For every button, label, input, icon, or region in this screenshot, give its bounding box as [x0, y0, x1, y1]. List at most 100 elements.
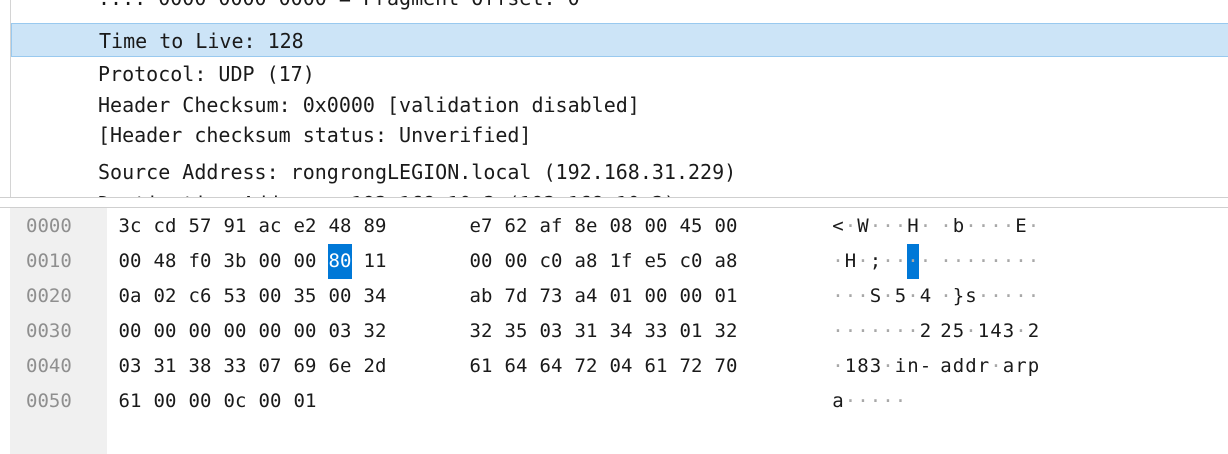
- hex-byte[interactable]: a8: [574, 244, 598, 279]
- ascii-char[interactable]: 3: [1003, 314, 1015, 349]
- hex-byte[interactable]: 03: [539, 314, 563, 349]
- hex-byte[interactable]: 01: [293, 384, 317, 419]
- ascii-char[interactable]: ·: [1003, 279, 1015, 314]
- ascii-char[interactable]: ·: [965, 244, 977, 279]
- hex-byte[interactable]: 45: [679, 209, 703, 244]
- hex-byte[interactable]: e7: [469, 209, 493, 244]
- hex-byte-selected[interactable]: 80: [328, 244, 352, 279]
- ascii-char[interactable]: b: [953, 209, 965, 244]
- ascii-char[interactable]: s: [965, 279, 977, 314]
- ascii-char[interactable]: a: [1003, 349, 1015, 384]
- ascii-char[interactable]: d: [965, 349, 977, 384]
- hex-byte[interactable]: 32: [363, 314, 387, 349]
- hex-byte[interactable]: 73: [539, 279, 563, 314]
- ascii-char[interactable]: ·: [920, 244, 932, 279]
- detail-row-destination-address[interactable]: Destination Address: 192.168.10.2 (192.1…: [11, 187, 1228, 197]
- ascii-char[interactable]: ·: [920, 209, 932, 244]
- hex-byte[interactable]: c0: [539, 244, 563, 279]
- ascii-char[interactable]: }: [953, 279, 965, 314]
- hex-row[interactable]: 0030 00 00 00 00 00 00 03 32 32 35 03 31 34 33 01 32 · · · ·…: [0, 314, 1228, 349]
- ascii-char[interactable]: ·: [895, 244, 907, 279]
- hex-byte[interactable]: cd: [153, 209, 177, 244]
- hex-byte[interactable]: 72: [574, 349, 598, 384]
- hex-byte[interactable]: 00: [118, 314, 142, 349]
- ascii-char[interactable]: ·: [953, 244, 965, 279]
- hex-row[interactable]: 0010 00 48 f0 3b 00 00 80 11 00 00 c0 a8 1f e5 c0 a8 · H ·;…: [0, 244, 1228, 279]
- hex-byte[interactable]: 00: [258, 314, 282, 349]
- hex-byte[interactable]: 35: [504, 314, 528, 349]
- ascii-char[interactable]: ·: [882, 349, 894, 384]
- hex-byte[interactable]: 00: [644, 279, 668, 314]
- ascii-char[interactable]: ·: [882, 314, 894, 349]
- ascii-char[interactable]: ·: [978, 209, 990, 244]
- hex-row[interactable]: 0000 3c cd 57 91 ac e2 48 89 e7 62 af 8e 08 00 45 00 < · W ·…: [0, 209, 1228, 244]
- ascii-char[interactable]: ;: [870, 244, 882, 279]
- ascii-char[interactable]: ·: [857, 244, 869, 279]
- ascii-char[interactable]: E: [1015, 209, 1027, 244]
- ascii-char[interactable]: 2: [1028, 314, 1040, 349]
- hex-byte[interactable]: 00: [469, 244, 493, 279]
- ascii-char[interactable]: ·: [978, 244, 990, 279]
- hex-byte[interactable]: 8e: [574, 209, 598, 244]
- ascii-char[interactable]: 1: [845, 349, 857, 384]
- ascii-char[interactable]: ·: [1028, 209, 1040, 244]
- packet-bytes-pane[interactable]: 0000 3c cd 57 91 ac e2 48 89 e7 62 af 8e 08 00 45 00 < · W ·…: [0, 208, 1228, 454]
- hex-byte[interactable]: 0c: [223, 384, 247, 419]
- hex-byte[interactable]: 00: [153, 384, 177, 419]
- hex-byte[interactable]: 03: [328, 314, 352, 349]
- hex-byte[interactable]: 3b: [223, 244, 247, 279]
- hex-byte[interactable]: 38: [188, 349, 212, 384]
- ascii-char[interactable]: ·: [1028, 279, 1040, 314]
- ascii-char[interactable]: ·: [978, 279, 990, 314]
- ascii-char[interactable]: ·: [940, 244, 952, 279]
- ascii-char[interactable]: ·: [857, 279, 869, 314]
- ascii-char[interactable]: ·: [990, 279, 1002, 314]
- hex-byte[interactable]: 00: [223, 314, 247, 349]
- hex-byte[interactable]: a4: [574, 279, 598, 314]
- hex-byte[interactable]: 62: [504, 209, 528, 244]
- hex-row[interactable]: 0040 03 31 38 33 07 69 6e 2d 61 64 64 72 04 61 72 70 · 1 8 3…: [0, 349, 1228, 384]
- hex-byte[interactable]: e5: [644, 244, 668, 279]
- ascii-char[interactable]: 3: [870, 349, 882, 384]
- hex-byte[interactable]: 61: [118, 384, 142, 419]
- hex-byte[interactable]: 1f: [609, 244, 633, 279]
- hex-byte[interactable]: 00: [679, 279, 703, 314]
- ascii-char[interactable]: 5: [953, 314, 965, 349]
- ascii-char[interactable]: ·: [940, 279, 952, 314]
- hex-byte[interactable]: 64: [504, 349, 528, 384]
- hex-byte[interactable]: 00: [118, 244, 142, 279]
- hex-byte[interactable]: 01: [714, 279, 738, 314]
- hex-byte[interactable]: 91: [223, 209, 247, 244]
- hex-byte[interactable]: 70: [714, 349, 738, 384]
- hex-byte[interactable]: 31: [153, 349, 177, 384]
- ascii-char[interactable]: ·: [990, 349, 1002, 384]
- hex-byte[interactable]: 53: [223, 279, 247, 314]
- ascii-char[interactable]: r: [978, 349, 990, 384]
- hex-byte[interactable]: 64: [539, 349, 563, 384]
- ascii-char[interactable]: ·: [907, 314, 919, 349]
- ascii-char[interactable]: H: [845, 244, 857, 279]
- detail-row-checksum-status[interactable]: [Header checksum status: Unverified]: [11, 118, 1228, 152]
- hex-byte[interactable]: 33: [223, 349, 247, 384]
- hex-byte[interactable]: 00: [644, 209, 668, 244]
- hex-byte[interactable]: 0a: [118, 279, 142, 314]
- ascii-char[interactable]: ·: [882, 384, 894, 419]
- ascii-char[interactable]: ·: [1028, 244, 1040, 279]
- ascii-char[interactable]: a: [940, 349, 952, 384]
- hex-byte[interactable]: 08: [609, 209, 633, 244]
- hex-byte[interactable]: 00: [714, 209, 738, 244]
- ascii-char[interactable]: ·: [895, 384, 907, 419]
- hex-byte[interactable]: 00: [188, 314, 212, 349]
- hex-byte[interactable]: 00: [153, 314, 177, 349]
- ascii-char[interactable]: r: [1015, 349, 1027, 384]
- hex-byte[interactable]: 32: [714, 314, 738, 349]
- hex-byte[interactable]: 00: [504, 244, 528, 279]
- ascii-char[interactable]: ·: [990, 244, 1002, 279]
- ascii-char[interactable]: ·: [870, 384, 882, 419]
- hex-byte[interactable]: 07: [258, 349, 282, 384]
- ascii-char[interactable]: S: [870, 279, 882, 314]
- detail-row-protocol[interactable]: Protocol: UDP (17): [11, 57, 1228, 91]
- hex-byte[interactable]: 00: [188, 384, 212, 419]
- ascii-char[interactable]: i: [895, 349, 907, 384]
- ascii-char-selected[interactable]: ·: [907, 244, 919, 279]
